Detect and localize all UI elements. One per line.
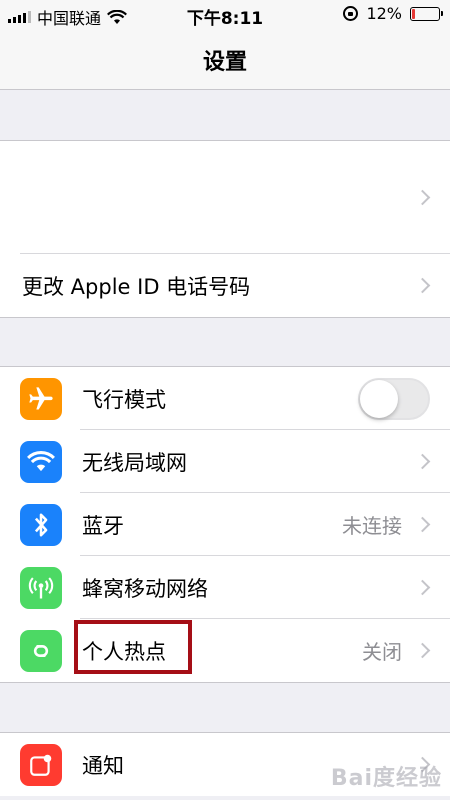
account-profile-row[interactable] [0,141,450,254]
cellular-label: 蜂窝移动网络 [82,576,208,601]
rotation-lock-icon [343,6,359,21]
chevron-right-icon [414,189,431,206]
battery-icon [410,6,443,21]
personal-hotspot-row[interactable]: 个人热点 关闭 [0,619,450,682]
baidu-watermark: Bai度经验 [330,766,442,791]
status-bar: 中国联通 下午8:11 12% [0,0,450,30]
hotspot-icon [20,629,62,672]
bluetooth-status: 未连接 [342,514,402,538]
bluetooth-label: 蓝牙 [82,513,124,538]
cellular-row[interactable]: 蜂窝移动网络 [0,556,450,619]
airplane-mode-toggle[interactable] [358,377,430,420]
airplane-icon [20,377,62,420]
network-group: 飞行模式 无线局域网 蓝牙 未连接 蜂窝移动网络 个人热点 关闭 [0,366,450,683]
airplane-mode-label: 飞行模式 [82,387,166,412]
change-apple-id-phone-label: 更改 Apple ID 电话号码 [22,274,251,299]
airplane-mode-row: 飞行模式 [0,367,450,430]
cellular-icon [20,566,62,609]
bluetooth-icon [20,503,62,546]
personal-hotspot-status: 关闭 [362,640,402,664]
bluetooth-row[interactable]: 蓝牙 未连接 [0,493,450,556]
chevron-right-icon [414,453,431,470]
chevron-right-icon [414,579,431,596]
highlight-box [74,620,192,674]
change-apple-id-phone-row[interactable]: 更改 Apple ID 电话号码 [0,254,450,317]
notifications-label: 通知 [82,753,124,778]
chevron-right-icon [414,277,431,294]
status-right: 12% [343,4,443,23]
wifi-icon [20,440,62,483]
page-title: 设置 [202,50,247,75]
account-group: 更改 Apple ID 电话号码 [0,140,450,318]
toggle-knob [360,379,398,418]
chevron-right-icon [414,516,431,533]
battery-percent: 12% [366,4,402,23]
wifi-row[interactable]: 无线局域网 [0,430,450,493]
chevron-right-icon [414,642,431,659]
notification-icon [20,743,62,786]
wifi-label: 无线局域网 [82,450,187,475]
nav-bar: 设置 [0,30,450,90]
